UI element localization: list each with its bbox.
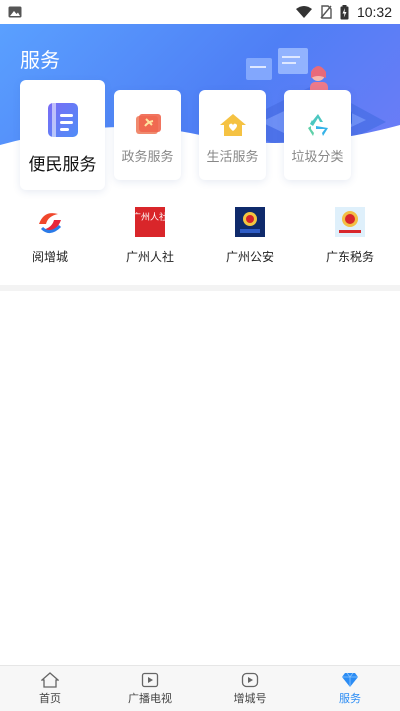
page-title: 服务	[20, 50, 60, 72]
home-icon	[41, 671, 59, 688]
app-shortcuts: 阅增城 广州人社 广州人社 广州公安 广东税务	[0, 200, 400, 280]
nav-label: 服务	[339, 692, 361, 705]
wifi-icon	[295, 6, 312, 18]
yuezengcheng-logo-icon	[36, 208, 64, 236]
tv-play-icon	[141, 672, 159, 687]
category-label: 生活服务	[206, 149, 259, 164]
image-icon	[8, 6, 22, 18]
app-name: 广州公安	[225, 250, 274, 264]
nav-home[interactable]: 首页	[0, 666, 100, 711]
nav-zengcheng-hao[interactable]: 增城号	[200, 666, 300, 711]
app-guangdong-tax[interactable]: 广东税务	[300, 200, 400, 280]
category-card-life[interactable]: 生活服务	[199, 90, 266, 180]
app-name: 广东税务	[325, 250, 374, 264]
status-icons: 10:32	[295, 4, 392, 20]
status-bar: 10:32	[0, 0, 400, 24]
app-guangzhou-police[interactable]: 广州公安	[200, 200, 300, 280]
app-name: 阅增城	[31, 250, 68, 264]
diamond-icon	[342, 672, 358, 687]
category-label: 政务服务	[121, 149, 174, 164]
battery-charging-icon	[340, 4, 349, 19]
bottom-navigation: 首页 广播电视 增城号 服务	[0, 665, 400, 711]
app-yuezengcheng[interactable]: 阅增城	[0, 200, 100, 280]
section-divider	[0, 285, 400, 291]
house-heart-icon	[219, 114, 246, 136]
nav-label: 首页	[39, 692, 61, 705]
guangdong-tax-logo-icon	[335, 207, 365, 237]
no-sim-icon	[320, 5, 332, 19]
status-time: 10:32	[356, 4, 392, 20]
category-card-garbage[interactable]: 垃圾分类	[284, 90, 351, 180]
category-label: 便民服务	[28, 155, 97, 174]
party-flag-icon	[135, 114, 161, 134]
guangzhou-renshe-logo-icon: 广州人社	[134, 207, 166, 237]
nav-broadcast-tv[interactable]: 广播电视	[100, 666, 200, 711]
category-label: 垃圾分类	[291, 149, 344, 164]
recycle-icon	[307, 114, 328, 136]
category-card-government[interactable]: 政务服务	[114, 90, 181, 180]
document-icon	[47, 103, 78, 137]
category-cards: 便民服务 政务服务 生活服务 垃圾分类	[0, 80, 400, 190]
category-card-convenience[interactable]: 便民服务	[20, 80, 105, 190]
nav-service[interactable]: 服务	[300, 666, 400, 711]
app-name: 广州人社	[125, 250, 174, 264]
play-badge-icon	[241, 672, 259, 687]
guangzhou-police-logo-icon	[235, 207, 265, 237]
logo-text-top: 广州人社	[134, 211, 166, 223]
app-guangzhou-renshe[interactable]: 广州人社 广州人社	[100, 200, 200, 280]
nav-label: 增城号	[233, 692, 267, 705]
nav-label: 广播电视	[128, 692, 172, 705]
